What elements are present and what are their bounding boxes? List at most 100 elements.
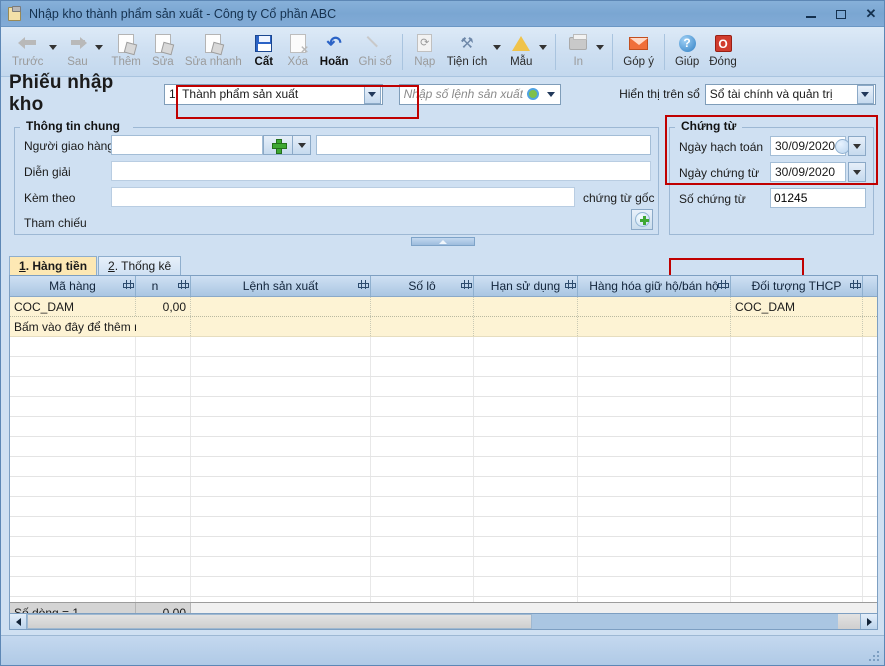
grid-new-row[interactable]: Bấm vào đây để thêm mới bbox=[10, 317, 877, 337]
toolbar-item-gop-y[interactable]: Góp ý bbox=[618, 30, 659, 75]
cell-hang-hoa-giu-ho[interactable] bbox=[578, 297, 731, 316]
toolbar-item-giup[interactable]: ? Giúp bbox=[670, 30, 704, 75]
minimize-button[interactable] bbox=[802, 5, 820, 23]
grid-col-ma-hang[interactable]: Mã hàng bbox=[10, 276, 136, 296]
book-combo[interactable]: Sổ tài chính và quản trị bbox=[704, 83, 876, 105]
toolbar-item-tien-ich[interactable]: ⚒ Tiện ích bbox=[442, 30, 504, 75]
voucher-type-combo[interactable]: 1. Thành phẩm sản xuất bbox=[163, 83, 383, 105]
toolbar-item-nap[interactable]: ⟳ Nạp bbox=[408, 30, 442, 75]
grid-empty-row[interactable] bbox=[10, 577, 877, 597]
pin-icon[interactable] bbox=[178, 280, 189, 289]
deliverer-input[interactable] bbox=[111, 135, 263, 155]
pin-icon[interactable] bbox=[850, 280, 861, 289]
chevron-down-icon[interactable] bbox=[542, 85, 559, 104]
cell-ma-hang[interactable]: COC_DAM bbox=[10, 297, 136, 316]
attach-plus-icon bbox=[634, 212, 650, 227]
chevron-down-icon[interactable] bbox=[48, 30, 60, 64]
pin-icon[interactable] bbox=[718, 280, 729, 289]
cell-so-lo[interactable] bbox=[371, 297, 474, 316]
toolbar-item-cat[interactable]: Cất bbox=[247, 30, 281, 75]
pin-icon[interactable] bbox=[358, 280, 369, 289]
grid-empty-row[interactable] bbox=[10, 557, 877, 577]
toolbar-item-in[interactable]: In bbox=[561, 30, 607, 75]
search-icon[interactable] bbox=[523, 86, 542, 103]
toolbar-item-sua[interactable]: Sửa bbox=[146, 30, 180, 75]
toolbar-item-truoc[interactable]: Trước bbox=[7, 30, 60, 75]
grid-empty-row[interactable] bbox=[10, 337, 877, 357]
grid-col-so-lo[interactable]: Số lô bbox=[371, 276, 474, 296]
attachment-input[interactable] bbox=[111, 187, 575, 207]
toolbar-item-mau[interactable]: Mẫu bbox=[504, 30, 550, 75]
toolbar-item-sau[interactable]: Sau bbox=[60, 30, 106, 75]
grid-empty-row[interactable] bbox=[10, 457, 877, 477]
grid-header-row: Mã hàng n Lệnh sản xuất Số lô Hạn sử dụn… bbox=[10, 276, 877, 297]
deliverer-dropdown-button[interactable] bbox=[293, 135, 311, 155]
production-order-placeholder: Nhập số lệnh sản xuất bbox=[403, 87, 524, 101]
close-button[interactable]: ✕ bbox=[862, 5, 880, 23]
toolbar-label: Đóng bbox=[709, 56, 737, 68]
grid-col-doi-tuong-thcp[interactable]: Đối tượng THCP bbox=[731, 276, 863, 296]
scroll-left-button[interactable] bbox=[10, 614, 27, 629]
toolbar-item-them[interactable]: Thêm bbox=[106, 30, 145, 75]
chevron-down-icon[interactable] bbox=[538, 30, 550, 64]
grid-empty-row[interactable] bbox=[10, 437, 877, 457]
cell-quantity[interactable]: 0,00 bbox=[136, 297, 191, 316]
grid-empty-row[interactable] bbox=[10, 497, 877, 517]
posting-date-dropdown[interactable] bbox=[848, 136, 866, 156]
posting-date-field[interactable]: 30/09/2020 bbox=[770, 136, 851, 156]
maximize-button[interactable] bbox=[832, 5, 850, 23]
voucher-date-dropdown[interactable] bbox=[848, 162, 866, 182]
pin-icon[interactable] bbox=[461, 280, 472, 289]
scroll-right-button[interactable] bbox=[860, 614, 877, 629]
voucher-type-value: 1. Thành phẩm sản xuất bbox=[168, 87, 299, 101]
chevron-down-icon[interactable] bbox=[492, 30, 504, 64]
toolbar-item-sua-nhanh[interactable]: Sửa nhanh bbox=[180, 30, 247, 75]
voucher-no-input[interactable] bbox=[770, 188, 866, 208]
grid-empty-row[interactable] bbox=[10, 377, 877, 397]
grid-empty-row[interactable] bbox=[10, 537, 877, 557]
toolbar-item-dong[interactable]: O Đóng bbox=[704, 30, 742, 75]
grid-empty-row[interactable] bbox=[10, 477, 877, 497]
general-info-legend: Thông tin chung bbox=[22, 119, 124, 133]
grid-col-hang-hoa-giu-ho[interactable]: Hàng hóa giữ hộ/bán hộ bbox=[578, 276, 731, 296]
cell-han-su-dung[interactable] bbox=[474, 297, 578, 316]
toolbar-label: Sửa nhanh bbox=[184, 56, 242, 68]
description-input[interactable] bbox=[111, 161, 651, 181]
toolbar-item-hoan[interactable]: ↶ Hoãn bbox=[315, 30, 354, 75]
cell-lenh-san-xuat[interactable] bbox=[191, 297, 371, 316]
grid-col-partial[interactable]: n bbox=[136, 276, 191, 296]
tab-thong-ke[interactable]: 2. Thống kê bbox=[98, 256, 182, 275]
pin-icon[interactable] bbox=[123, 280, 134, 289]
pin-icon[interactable] bbox=[565, 280, 576, 289]
production-order-input[interactable]: Nhập số lệnh sản xuất bbox=[398, 83, 562, 105]
chevron-down-icon[interactable] bbox=[595, 30, 607, 64]
chevron-down-icon[interactable] bbox=[94, 30, 106, 64]
toolbar-item-ghi-so[interactable]: Ghi sổ bbox=[354, 30, 397, 75]
add-deliverer-button[interactable] bbox=[263, 135, 293, 155]
grid-empty-row[interactable] bbox=[10, 417, 877, 437]
deliverer-name-input[interactable] bbox=[316, 135, 651, 155]
toolbar-item-xoa[interactable]: Xóa bbox=[281, 30, 315, 75]
grid-col-cong-trinh[interactable]: Công trình bbox=[863, 276, 877, 296]
grid-hscrollbar[interactable] bbox=[9, 613, 878, 630]
attach-file-button[interactable] bbox=[631, 209, 653, 230]
resize-gripper-icon[interactable] bbox=[869, 651, 881, 663]
grid-empty-row[interactable] bbox=[10, 517, 877, 537]
cell-doi-tuong-thcp[interactable]: COC_DAM bbox=[731, 297, 863, 316]
grid-col-lenh-san-xuat[interactable]: Lệnh sản xuất bbox=[191, 276, 371, 296]
grid-col-han-su-dung[interactable]: Hạn sử dụng bbox=[474, 276, 578, 296]
collapse-panel-handle[interactable] bbox=[411, 237, 475, 246]
arrow-left-icon bbox=[17, 32, 39, 54]
grid-empty-row[interactable] bbox=[10, 357, 877, 377]
table-row[interactable]: COC_DAM 0,00 COC_DAM bbox=[10, 297, 877, 317]
cell-cong-trinh[interactable] bbox=[863, 297, 877, 316]
edit-page-icon bbox=[154, 32, 171, 54]
description-label: Diễn giải bbox=[24, 165, 71, 179]
chevron-down-icon[interactable] bbox=[363, 84, 381, 104]
voucher-date-field[interactable]: 30/09/2020 bbox=[770, 162, 846, 182]
tab-hang-tien[interactable]: 1. Hàng tiền bbox=[9, 256, 98, 275]
grid-empty-row[interactable] bbox=[10, 397, 877, 417]
hscroll-thumb[interactable] bbox=[27, 614, 532, 629]
hscroll-thumb-end[interactable] bbox=[838, 614, 860, 629]
chevron-down-icon[interactable] bbox=[856, 84, 874, 104]
